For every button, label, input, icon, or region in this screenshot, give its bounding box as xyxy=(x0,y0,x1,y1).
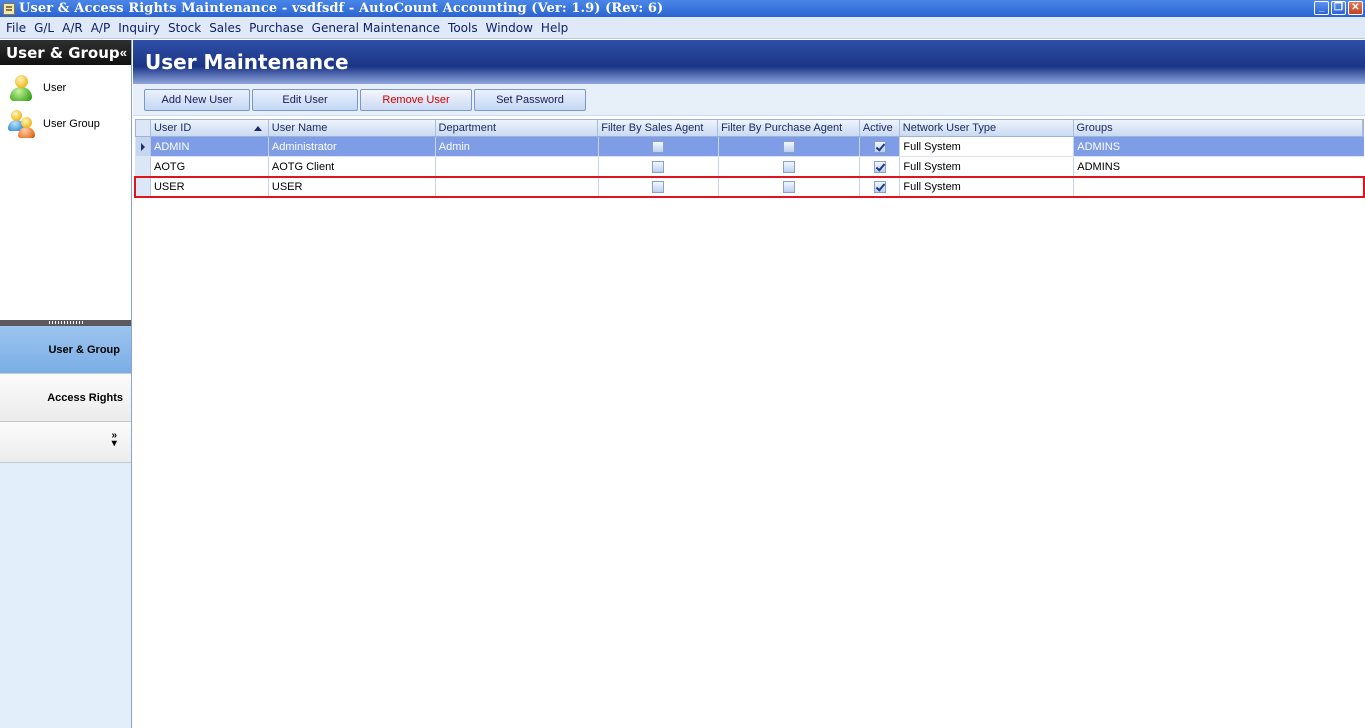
window-title: User & Access Rights Maintenance - vsdfs… xyxy=(19,1,664,16)
current-row-arrow-icon xyxy=(140,142,145,151)
menu-window[interactable]: Window xyxy=(482,21,537,35)
nav-item-user[interactable]: User xyxy=(0,70,131,106)
set-password-button[interactable]: Set Password xyxy=(474,88,586,111)
close-button[interactable]: ✕ xyxy=(1348,1,1363,15)
menu-inquiry[interactable]: Inquiry xyxy=(114,21,164,35)
remove-user-button[interactable]: Remove User xyxy=(360,88,472,111)
cell-groups[interactable] xyxy=(1074,177,1364,196)
table-row[interactable]: USER USER Full System xyxy=(134,176,1365,198)
menu-tools[interactable]: Tools xyxy=(444,21,482,35)
nav-pane-header: User & Group « xyxy=(0,40,131,65)
user-icon xyxy=(8,73,34,103)
app-icon xyxy=(3,2,15,15)
column-header-groups[interactable]: Groups xyxy=(1074,120,1364,136)
cell-network-user-type[interactable]: Full System xyxy=(900,137,1075,156)
table-row[interactable]: AOTG AOTG Client Full System ADMINS xyxy=(135,157,1364,177)
menu-purchase[interactable]: Purchase xyxy=(245,21,308,35)
row-indicator xyxy=(136,137,151,156)
menu-bar: File G/L A/R A/P Inquiry Stock Sales Pur… xyxy=(0,17,1365,39)
cell-filter-sales xyxy=(599,177,719,196)
menu-general-maintenance[interactable]: General Maintenance xyxy=(308,21,444,35)
navigation-pane: User & Group « User User Group User & Gr… xyxy=(0,40,132,728)
restore-button[interactable]: ❐ xyxy=(1331,1,1346,15)
sort-ascending-icon xyxy=(253,125,262,131)
cell-network-user-type[interactable]: Full System xyxy=(900,157,1075,176)
column-header-user-name[interactable]: User Name xyxy=(269,120,436,136)
menu-file[interactable]: File xyxy=(2,21,30,35)
active-checkbox[interactable] xyxy=(873,140,886,153)
main-panel: User Maintenance Add New User Edit User … xyxy=(133,40,1365,728)
filter-sales-checkbox[interactable] xyxy=(652,140,665,153)
menu-ap[interactable]: A/P xyxy=(87,21,115,35)
column-header-filter-sales-agent[interactable]: Filter By Sales Agent xyxy=(598,120,719,136)
row-indicator xyxy=(136,157,151,176)
row-indicator-header xyxy=(136,120,151,136)
active-checkbox[interactable] xyxy=(873,160,886,173)
nav-button-user-group[interactable]: User & Group xyxy=(0,326,131,374)
edit-user-button[interactable]: Edit User xyxy=(252,88,358,111)
cell-filter-purchase xyxy=(719,177,861,196)
cell-network-user-type[interactable]: Full System xyxy=(900,177,1075,196)
filter-purchase-checkbox[interactable] xyxy=(782,140,795,153)
nav-pane-title: User & Group xyxy=(6,43,120,62)
cell-active xyxy=(860,137,901,156)
add-new-user-button[interactable]: Add New User xyxy=(144,88,250,111)
cell-groups[interactable]: ADMINS xyxy=(1074,157,1364,176)
filter-purchase-checkbox[interactable] xyxy=(782,180,795,193)
cell-user-id[interactable]: ADMIN xyxy=(151,137,269,156)
title-bar: User & Access Rights Maintenance - vsdfs… xyxy=(0,0,1365,17)
grid-header: User ID User Name Department Filter By S… xyxy=(135,119,1364,137)
page-title: User Maintenance xyxy=(145,50,349,74)
cell-groups[interactable]: ADMINS xyxy=(1074,137,1364,156)
chevron-right-icon: » ▾ xyxy=(111,430,117,449)
active-checkbox[interactable] xyxy=(873,180,886,193)
user-grid: User ID User Name Department Filter By S… xyxy=(134,119,1365,198)
nav-pane-footer xyxy=(0,463,131,728)
cell-department[interactable]: Admin xyxy=(436,137,599,156)
cell-department[interactable] xyxy=(436,157,599,176)
menu-ar[interactable]: A/R xyxy=(58,21,87,35)
cell-filter-sales xyxy=(599,137,719,156)
table-row[interactable]: ADMIN Administrator Admin Full System AD… xyxy=(135,137,1364,157)
nav-overflow-button[interactable]: » ▾ xyxy=(0,422,131,463)
filter-purchase-checkbox[interactable] xyxy=(782,160,795,173)
grip-icon xyxy=(49,321,83,324)
cell-user-id[interactable]: AOTG xyxy=(151,157,269,176)
cell-user-name[interactable]: AOTG Client xyxy=(269,157,436,176)
minimize-button[interactable]: _ xyxy=(1314,1,1329,15)
user-group-icon xyxy=(8,109,36,139)
page-banner: User Maintenance xyxy=(133,40,1365,84)
column-header-active[interactable]: Active xyxy=(860,120,900,136)
column-header-network-user-type[interactable]: Network User Type xyxy=(900,120,1074,136)
cell-filter-purchase xyxy=(719,137,861,156)
cell-filter-purchase xyxy=(719,157,861,176)
nav-item-user-group[interactable]: User Group xyxy=(0,106,131,142)
filter-sales-checkbox[interactable] xyxy=(652,180,665,193)
cell-user-id[interactable]: USER xyxy=(151,177,269,196)
cell-active xyxy=(860,177,901,196)
nav-item-label: User Group xyxy=(43,118,100,130)
column-header-filter-purchase-agent[interactable]: Filter By Purchase Agent xyxy=(718,120,860,136)
cell-department[interactable] xyxy=(436,177,599,196)
toolbar: Add New User Edit User Remove User Set P… xyxy=(133,84,1365,116)
collapse-pane-icon[interactable]: « xyxy=(120,45,127,60)
cell-active xyxy=(860,157,901,176)
cell-user-name[interactable]: Administrator xyxy=(269,137,436,156)
menu-sales[interactable]: Sales xyxy=(205,21,245,35)
column-header-department[interactable]: Department xyxy=(436,120,599,136)
menu-gl[interactable]: G/L xyxy=(30,21,58,35)
cell-filter-sales xyxy=(599,157,719,176)
window-controls: _ ❐ ✕ xyxy=(1314,1,1363,15)
column-header-user-id[interactable]: User ID xyxy=(151,120,269,136)
filter-sales-checkbox[interactable] xyxy=(652,160,665,173)
cell-user-name[interactable]: USER xyxy=(269,177,436,196)
nav-button-access-rights[interactable]: Access Rights xyxy=(0,374,131,422)
row-indicator xyxy=(136,177,151,196)
menu-stock[interactable]: Stock xyxy=(164,21,205,35)
nav-item-label: User xyxy=(43,82,67,94)
menu-help[interactable]: Help xyxy=(537,21,572,35)
